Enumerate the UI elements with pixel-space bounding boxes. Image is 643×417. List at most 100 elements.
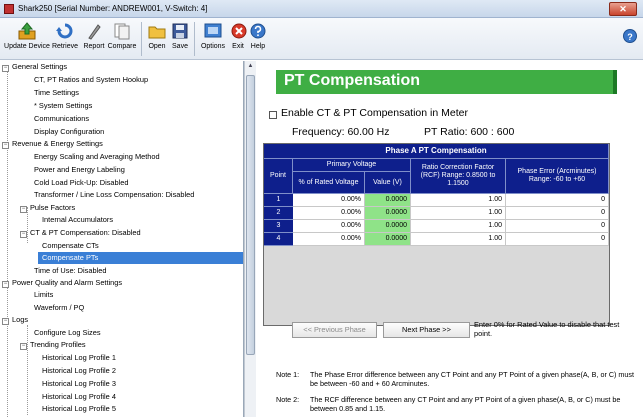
note-1-label: Note 1: [276,370,300,379]
retrieve-button[interactable]: Retrieve [50,20,80,58]
tree-item-limits[interactable]: Limits [34,289,53,301]
tree-item-transformer-loss[interactable]: Transformer / Line Loss Compensation: Di… [34,189,194,201]
tree-item-historical-log-5[interactable]: Historical Log Profile 5 [42,403,116,415]
tree-item-power-quality-alarm[interactable]: − Power Quality and Alarm Settings [2,277,122,289]
next-phase-button[interactable]: Next Phase >> [383,322,470,338]
collapse-icon[interactable]: − [2,142,9,149]
compare-icon [114,23,130,40]
compare-button[interactable]: Compare [106,20,138,58]
report-label: Report [83,43,105,50]
collapse-icon[interactable]: − [20,231,27,238]
tree-item-cold-load[interactable]: Cold Load Pick-Up: Disabled [34,177,128,189]
tree-item-compensate-pts[interactable]: Compensate PTs [38,252,243,264]
tree-item-historical-log-2[interactable]: Historical Log Profile 2 [42,365,116,377]
collapse-icon[interactable]: − [20,343,27,350]
open-button[interactable]: Open [145,20,169,58]
tree-item-logs[interactable]: − Logs [2,314,28,326]
tree-item-communications[interactable]: Communications [34,113,89,125]
compare-label: Compare [107,43,137,50]
exit-button[interactable]: Exit [229,20,247,58]
close-window-button[interactable]: ✕ [609,2,637,16]
tree-item-trending-profiles[interactable]: − Trending Profiles [20,339,86,351]
tree-label: General Settings [12,62,68,71]
rcf-cell[interactable]: 1.00 [411,220,506,233]
report-pen-icon [88,24,101,40]
point-cell: 4 [264,233,293,246]
tree-item-ct-pt-compensation[interactable]: − CT & PT Compensation: Disabled [20,227,141,239]
tree-item-time-settings[interactable]: Time Settings [34,87,79,99]
tree-item-revenue-energy[interactable]: − Revenue & Energy Settings [2,138,103,150]
folder-icon [148,26,166,39]
enable-compensation-label: Enable CT & PT Compensation in Meter [281,107,468,119]
phase-error-cell[interactable]: 0 [506,207,609,220]
app-icon [4,4,14,14]
tree-item-general-settings[interactable]: − General Settings [2,61,67,73]
rcf-cell[interactable]: 1.00 [411,233,506,246]
collapse-icon[interactable]: − [2,65,9,72]
tree-guide-line [7,67,8,417]
save-button[interactable]: Save [169,20,191,58]
pct-rated-cell[interactable]: 0.00% [293,207,365,220]
phase-error-cell[interactable]: 0 [506,233,609,246]
tree-label: Logs [12,315,29,324]
tree-item-display-configuration[interactable]: Display Configuration [34,126,104,138]
tree-item-waveform-pq[interactable]: Waveform / PQ [34,302,84,314]
tree-item-pulse-factors[interactable]: − Pulse Factors [20,202,75,214]
tree-item-configure-log-sizes[interactable]: Configure Log Sizes [34,327,101,339]
note-2-label: Note 2: [276,395,300,404]
tree-item-power-energy-labeling[interactable]: Power and Energy Labeling [34,164,125,176]
point-cell: 3 [264,220,293,233]
tree-item-time-of-use[interactable]: Time of Use: Disabled [34,265,106,277]
help-icon [250,23,266,39]
tree-item-internal-accumulators[interactable]: Internal Accumulators [42,214,113,226]
retrieve-label: Retrieve [51,43,79,50]
report-button[interactable]: Report [80,20,108,58]
phase-error-cell[interactable]: 0 [506,220,609,233]
col-header-value: Value (V) [365,172,411,194]
title-bar: Shark250 [Serial Number: ANDREW001, V-Sw… [0,0,643,18]
main-panel: PT Compensation Enable CT & PT Compensat… [256,61,643,417]
phase-error-cell[interactable]: 0 [506,194,609,207]
help-button[interactable]: Help [248,20,268,58]
point-cell: 1 [264,194,293,207]
tree-item-ct-pt-ratios[interactable]: CT, PT Ratios and System Hookup [34,74,148,86]
point-cell: 2 [264,207,293,220]
tree-label: CT & PT Compensation: Disabled [30,228,141,237]
collapse-icon[interactable]: − [20,206,27,213]
scroll-up-arrow-icon[interactable]: ▲ [246,63,255,73]
rcf-cell[interactable]: 1.00 [411,194,506,207]
collapse-icon[interactable]: − [2,281,9,288]
options-icon [204,23,222,38]
collapse-icon[interactable]: − [2,318,9,325]
page-title: PT Compensation [284,72,421,89]
toolbar-separator [194,22,195,56]
settings-tree[interactable]: − General Settings CT, PT Ratios and Syst… [0,61,244,417]
value-cell: 0.0000 [365,220,411,233]
tree-item-historical-log-1[interactable]: Historical Log Profile 1 [42,352,116,364]
pct-rated-cell[interactable]: 0.00% [293,220,365,233]
tree-item-historical-log-3[interactable]: Historical Log Profile 3 [42,378,116,390]
help-corner-icon[interactable]: ? [623,29,637,43]
tree-label: Trending Profiles [30,340,86,349]
rcf-cell[interactable]: 1.00 [411,207,506,220]
scrollbar-thumb[interactable] [246,75,255,355]
tree-scrollbar[interactable]: ▲ [244,61,256,417]
previous-phase-button[interactable]: << Previous Phase [292,322,377,338]
update-device-label: Update Device [4,43,50,50]
value-cell: 0.0000 [365,233,411,246]
update-device-button[interactable]: Update Device [3,20,51,58]
tree-item-system-settings[interactable]: * System Settings [34,100,92,112]
toolbar-separator [141,22,142,56]
enable-compensation-checkbox[interactable] [269,111,277,119]
options-button[interactable]: Options [198,20,228,58]
save-label: Save [172,43,188,50]
page-title-banner: PT Compensation [276,70,617,94]
tree-item-energy-scaling[interactable]: Energy Scaling and Averaging Method [34,151,160,163]
tree-item-historical-log-4[interactable]: Historical Log Profile 4 [42,391,116,403]
pct-rated-cell[interactable]: 0.00% [293,194,365,207]
exit-icon [231,23,247,39]
tree-item-compensate-cts[interactable]: Compensate CTs [42,240,99,252]
table-caption: Phase A PT Compensation [264,144,609,159]
pct-rated-cell[interactable]: 0.00% [293,233,365,246]
rated-value-hint: Enter 0% for Rated Value to disable that… [474,320,620,338]
